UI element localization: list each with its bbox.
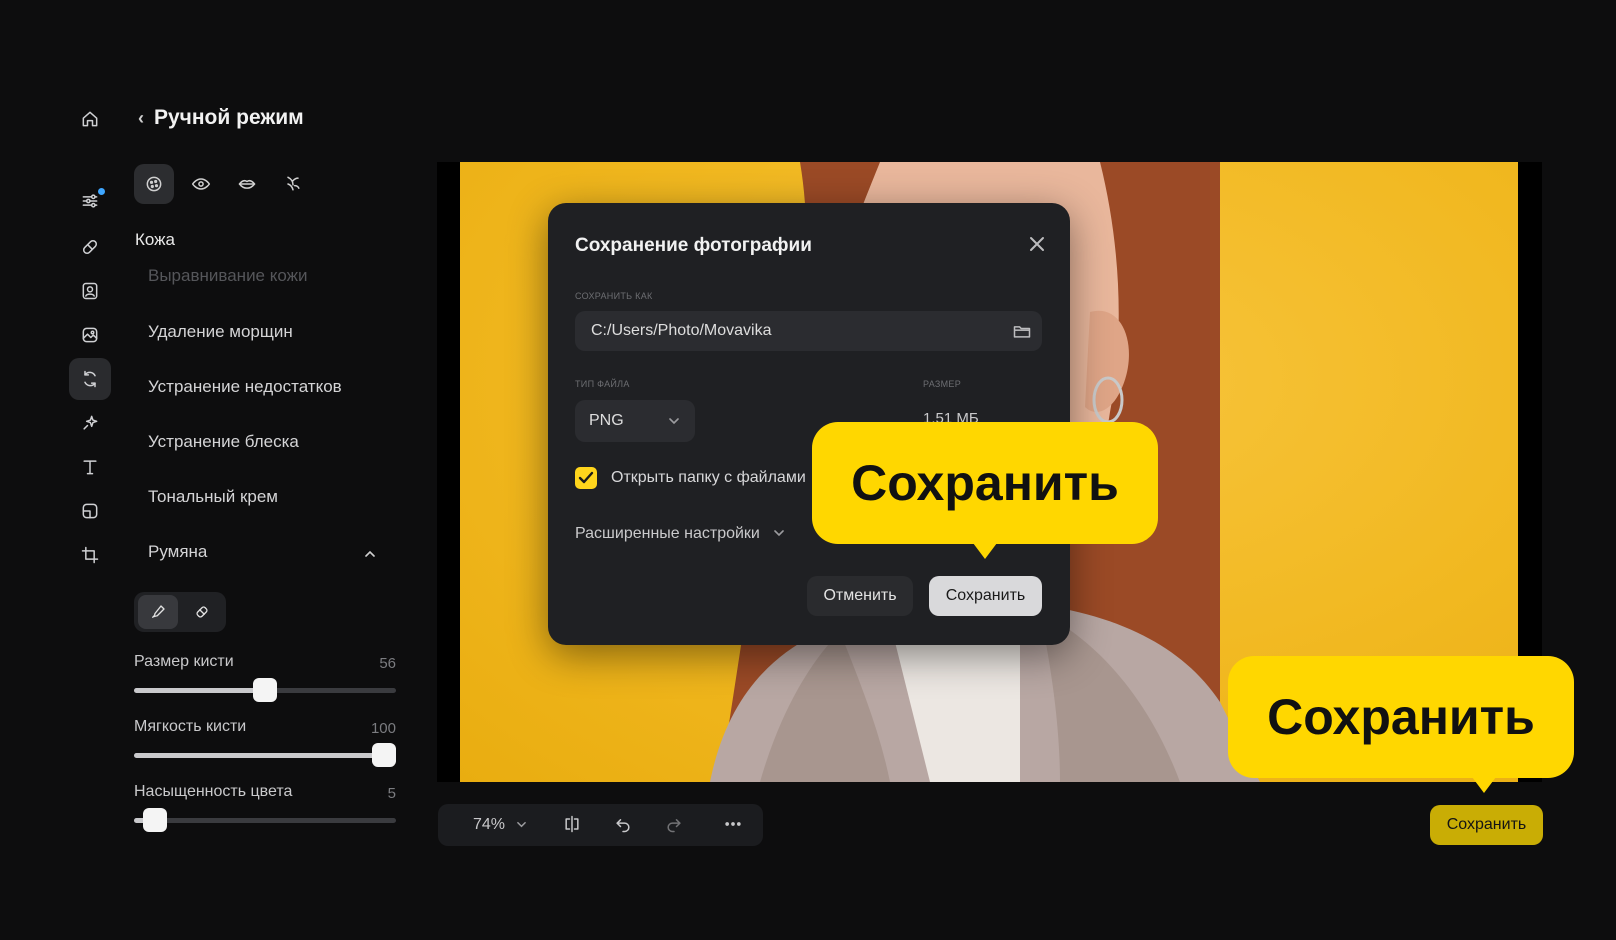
notification-dot	[98, 188, 105, 195]
bottom-toolbar: 74%	[438, 804, 763, 846]
zoom-select[interactable]: 74%	[473, 816, 527, 834]
portrait-icon[interactable]	[69, 270, 111, 312]
file-type-value: PNG	[589, 412, 624, 429]
folder-icon[interactable]	[1012, 321, 1032, 341]
panel-title-text: Ручной режим	[154, 106, 304, 129]
home-icon[interactable]	[69, 98, 111, 140]
callout-dialog-save: Сохранить	[812, 422, 1158, 544]
callout-tail	[1472, 777, 1496, 793]
tab-lips[interactable]	[227, 164, 267, 204]
sliders-icon[interactable]	[69, 180, 111, 222]
text-icon[interactable]	[69, 446, 111, 488]
chevron-down-icon	[669, 418, 679, 425]
dialog-save-button[interactable]: Сохранить	[929, 576, 1042, 616]
slider-fill	[134, 688, 265, 693]
file-type-select[interactable]: PNG	[575, 400, 695, 442]
magic-icon[interactable]	[69, 402, 111, 444]
section-label: Кожа	[135, 230, 175, 249]
brush-icon[interactable]	[138, 595, 178, 629]
chevron-left-icon: ‹	[138, 107, 144, 128]
menu-item-foundation[interactable]: Тональный крем	[148, 487, 278, 507]
callout-main-save: Сохранить	[1228, 656, 1574, 778]
advanced-settings-toggle[interactable]: Расширенные настройки	[575, 525, 785, 543]
open-folder-checkbox[interactable]	[575, 467, 597, 489]
brush-softness-value: 100	[370, 720, 396, 737]
brush-softness-label: Мягкость кисти	[134, 718, 247, 735]
brush-size-value: 56	[379, 655, 396, 672]
save-path-value: C:/Users/Photo/Movavika	[591, 322, 772, 339]
check-icon	[578, 471, 594, 484]
crop-icon[interactable]	[69, 534, 111, 576]
image-edit-icon[interactable]	[69, 314, 111, 356]
save-as-label: СОХРАНИТЬ КАК	[575, 291, 653, 301]
menu-item-blemishes[interactable]: Устранение недостатков	[148, 377, 342, 397]
slider-handle[interactable]	[253, 678, 277, 702]
tab-eyes[interactable]	[181, 164, 221, 204]
eraser-icon[interactable]	[182, 595, 222, 629]
zoom-value: 74%	[473, 816, 506, 833]
menu-item-blush[interactable]: Румяна	[148, 542, 207, 562]
cancel-button[interactable]: Отменить	[807, 576, 913, 616]
compare-icon[interactable]	[562, 814, 582, 834]
menu-item-faded[interactable]: Выравнивание кожи	[148, 266, 308, 286]
tab-hair[interactable]	[273, 164, 313, 204]
redo-icon[interactable]	[664, 814, 684, 834]
chevron-down-icon	[774, 530, 785, 537]
retouch-icon[interactable]	[69, 358, 111, 400]
panel-back-title[interactable]: ‹ Ручной режим	[138, 106, 304, 130]
brush-mode-toggle	[134, 592, 226, 632]
save-path-field[interactable]: C:/Users/Photo/Movavika	[575, 311, 1042, 351]
brush-size-label: Размер кисти	[134, 653, 234, 670]
saturation-slider[interactable]	[134, 808, 396, 832]
menu-item-shine[interactable]: Устранение блеска	[148, 432, 299, 452]
close-icon[interactable]	[1026, 233, 1048, 255]
chevron-up-icon[interactable]	[365, 549, 375, 559]
callout-tail	[973, 543, 997, 559]
advanced-settings-label: Расширенные настройки	[575, 525, 760, 542]
more-icon[interactable]	[723, 814, 743, 834]
dialog-title: Сохранение фотографии	[575, 235, 812, 256]
slider-handle[interactable]	[372, 743, 396, 767]
open-folder-label[interactable]: Открыть папку с файлами	[611, 469, 806, 487]
file-type-label: ТИП ФАЙЛА	[575, 379, 630, 389]
bandage-icon[interactable]	[69, 226, 111, 268]
brush-size-slider[interactable]	[134, 678, 396, 702]
saturation-value: 5	[387, 785, 396, 802]
undo-icon[interactable]	[613, 814, 633, 834]
menu-item-wrinkles[interactable]: Удаление морщин	[148, 322, 293, 342]
tab-skin[interactable]	[134, 164, 174, 204]
save-button[interactable]: Сохранить	[1430, 805, 1543, 845]
saturation-label: Насыщенность цвета	[134, 783, 293, 800]
slider-handle[interactable]	[142, 808, 167, 832]
brush-softness-slider[interactable]	[134, 743, 396, 767]
layout-icon[interactable]	[69, 490, 111, 532]
slider-fill	[134, 753, 396, 758]
size-label: РАЗМЕР	[923, 379, 962, 389]
chevron-down-icon	[517, 821, 527, 828]
